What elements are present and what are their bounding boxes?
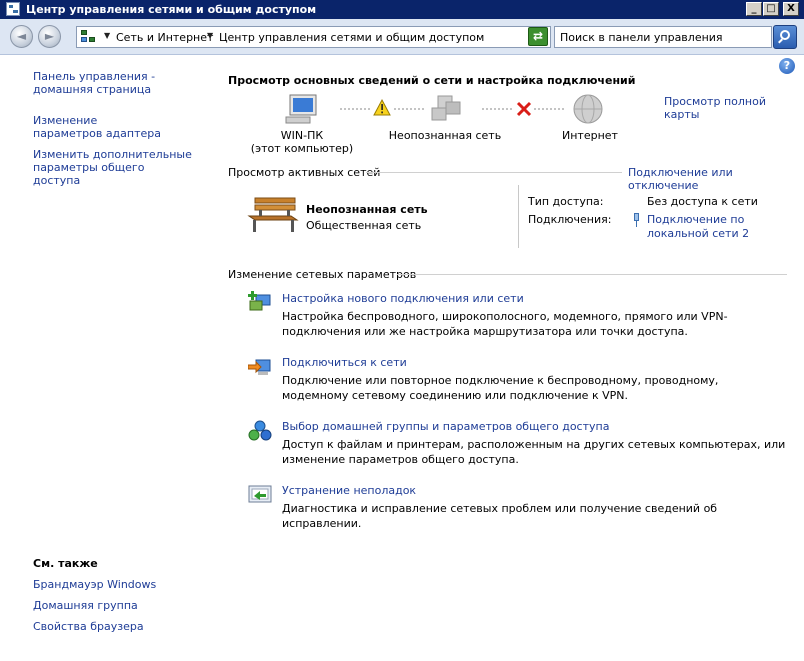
maximize-button[interactable]: □ (763, 2, 779, 16)
link-change-adapter-settings[interactable]: Изменение параметров адаптера (33, 114, 163, 140)
connection-name-line: Подключение по (647, 213, 745, 226)
no-connection-icon (516, 101, 532, 117)
public-network-bench-icon (247, 197, 299, 232)
homegroup-icon (248, 420, 272, 441)
task-setup-new-connection[interactable]: Настройка нового подключения или сети (282, 292, 524, 305)
breadcrumb-dropdown-icon[interactable]: ▼ (207, 31, 213, 40)
connections-label: Подключения: (528, 213, 612, 226)
link-homegroup[interactable]: Домашняя группа (33, 599, 138, 612)
link-view-full-map[interactable]: Просмотр полной карты (664, 95, 804, 121)
computer-name: WIN-ПК (280, 129, 324, 142)
link-windows-firewall[interactable]: Брандмауэр Windows (33, 578, 156, 591)
link-local-area-connection-2[interactable]: Подключение по локальной сети 2 (647, 213, 749, 241)
task-description: Доступ к файлам и принтерам, расположенн… (282, 438, 786, 466)
link-internet-options[interactable]: Свойства браузера (33, 620, 144, 633)
troubleshoot-icon (248, 485, 272, 503)
connect-to-network-icon (248, 359, 271, 375)
internet-globe-icon (573, 94, 603, 124)
help-icon[interactable]: ? (779, 58, 795, 74)
map-node-network[interactable]: Неопознанная сеть (385, 129, 505, 142)
map-node-internet[interactable]: Интернет (530, 129, 650, 142)
access-type-value: Без доступа к сети (647, 195, 758, 208)
task-description: Настройка беспроводного, широкополосного… (282, 310, 728, 338)
navigation-toolbar: ◄ ► ▼ Сеть и Интернет ▼ Центр управления… (0, 19, 804, 55)
refresh-icon[interactable]: ⇄ (528, 27, 548, 46)
link-connect-disconnect[interactable]: Подключение или отключение (628, 166, 804, 192)
divider (366, 172, 622, 173)
breadcrumb-dropdown-icon[interactable]: ▼ (104, 31, 110, 40)
breadcrumb-network-internet[interactable]: Сеть и Интернет (116, 31, 213, 44)
network-folder-icon (81, 30, 97, 44)
link-control-panel-home[interactable]: Панель управления - домашняя страница (33, 70, 213, 96)
task-choose-homegroup[interactable]: Выбор домашней группы и параметров общег… (282, 420, 609, 433)
active-network-name: Неопознанная сеть (306, 203, 428, 216)
warning-icon (373, 98, 391, 116)
unidentified-network-icon (431, 95, 461, 121)
forward-button[interactable]: ► (38, 25, 61, 48)
map-node-computer[interactable]: WIN-ПК (этот компьютер) (242, 129, 362, 155)
access-type-label: Тип доступа: (528, 195, 604, 208)
new-connection-icon (248, 291, 271, 311)
computer-icon (285, 94, 317, 124)
divider (397, 274, 787, 275)
network-map (285, 94, 603, 124)
divider (518, 185, 519, 248)
breadcrumb-network-center[interactable]: Центр управления сетями и общим доступом (219, 31, 484, 44)
connection-name-line: локальной сети 2 (647, 227, 750, 240)
minimize-button[interactable]: _ (746, 2, 762, 16)
network-adapter-icon (633, 213, 639, 227)
task-troubleshoot[interactable]: Устранение неполадок (282, 484, 416, 497)
back-button[interactable]: ◄ (10, 25, 33, 48)
see-also-title: См. также (33, 557, 98, 570)
search-icon[interactable] (773, 25, 797, 49)
page-title: Просмотр основных сведений о сети и наст… (228, 74, 636, 87)
network-app-icon (6, 2, 20, 16)
search-input[interactable]: Поиск в панели управления (554, 26, 772, 48)
close-button[interactable]: X (783, 2, 799, 16)
network-center-window: Центр управления сетями и общим доступом… (0, 0, 804, 661)
task-description: Диагностика и исправление сетевых пробле… (282, 502, 718, 530)
active-networks-title: Просмотр активных сетей (228, 166, 381, 179)
task-connect-to-network[interactable]: Подключиться к сети (282, 356, 407, 369)
network-category-link[interactable]: Общественная сеть (306, 219, 421, 232)
task-description: Подключение или повторное подключение к … (282, 374, 719, 402)
window-title: Центр управления сетями и общим доступом (26, 3, 317, 16)
change-settings-title: Изменение сетевых параметров (228, 268, 417, 281)
title-bar: Центр управления сетями и общим доступом… (0, 0, 804, 19)
computer-subtitle: (этот компьютер) (250, 142, 354, 155)
link-advanced-sharing-settings[interactable]: Изменить дополнительные параметры общего… (33, 148, 193, 187)
address-bar[interactable]: ▼ Сеть и Интернет ▼ Центр управления сет… (76, 26, 551, 48)
